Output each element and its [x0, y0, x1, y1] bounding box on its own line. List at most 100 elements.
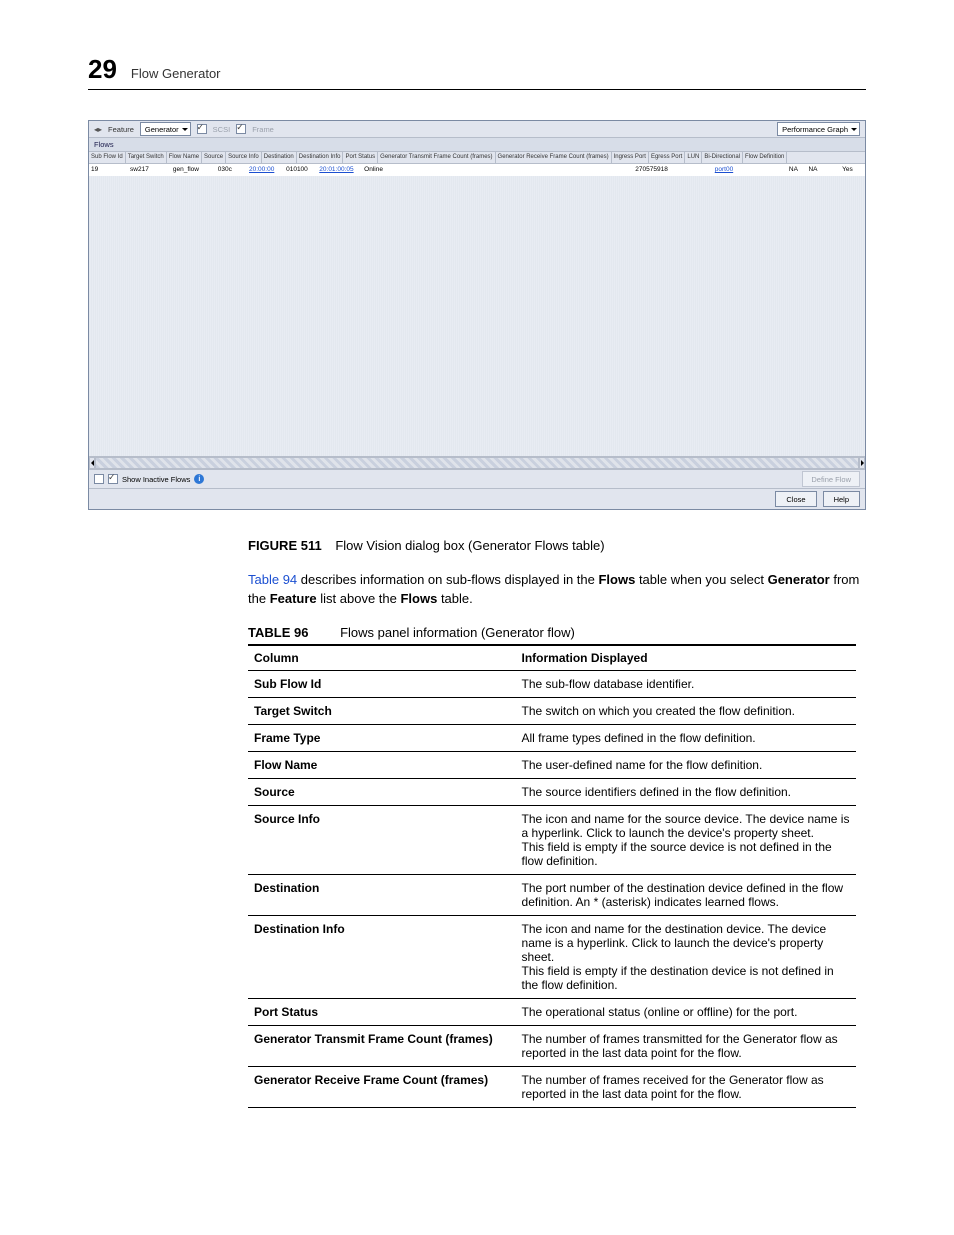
col-desc-cell: The user-defined name for the flow defin… — [516, 751, 856, 778]
page-header: 29 Flow Generator — [88, 54, 866, 85]
col-desc-cell: The switch on which you created the flow… — [516, 697, 856, 724]
col-name-cell: Destination Info — [248, 915, 516, 998]
cell: 010100 — [284, 164, 317, 176]
info-icon[interactable]: i — [194, 474, 204, 484]
col-name-cell: Generator Transmit Frame Count (frames) — [248, 1025, 516, 1066]
col-desc-cell: The source identifiers defined in the fl… — [516, 778, 856, 805]
scsi-label: SCSI — [213, 125, 231, 134]
cell — [670, 164, 713, 176]
col-desc-cell: The sub-flow database identifier. — [516, 670, 856, 697]
table-row[interactable]: 19 sw217 gen_flow 030c 20:00:00 010100 2… — [89, 164, 865, 176]
chevron-right-icon — [861, 460, 864, 466]
col-header[interactable]: Source Info — [226, 152, 262, 163]
perf-graph-label: Performance Graph — [782, 125, 848, 134]
col-name-cell: Source — [248, 778, 516, 805]
frame-label: Frame — [252, 125, 274, 134]
th-column: Column — [248, 645, 516, 671]
page: 29 Flow Generator ◂▸ Feature Generator S… — [0, 0, 954, 1235]
chevron-down-icon — [182, 128, 188, 131]
table-row: SourceThe source identifiers defined in … — [248, 778, 856, 805]
table-caption: TABLE 96 Flows panel information (Genera… — [248, 625, 866, 640]
table-row: DestinationThe port number of the destin… — [248, 874, 856, 915]
col-header[interactable]: Generator Receive Frame Count (frames) — [496, 152, 612, 163]
close-button[interactable]: Close — [775, 491, 816, 507]
table-row: Flow NameThe user-defined name for the f… — [248, 751, 856, 778]
scroll-right-button[interactable] — [859, 457, 865, 469]
chapter-number: 29 — [88, 54, 117, 85]
col-header[interactable]: LUN — [685, 152, 702, 163]
table-row: Sub Flow IdThe sub-flow database identif… — [248, 670, 856, 697]
feature-dropdown[interactable]: Generator — [140, 122, 191, 136]
col-header[interactable]: Flow Definition — [743, 152, 787, 163]
dialog-footer-1: Show Inactive Flows i Define Flow — [89, 469, 865, 488]
col-header[interactable]: Ingress Port — [612, 152, 649, 163]
show-inactive-label: Show Inactive Flows — [122, 475, 190, 484]
chevron-down-icon — [851, 128, 857, 131]
table-row: Port StatusThe operational status (onlin… — [248, 998, 856, 1025]
cell: NA — [787, 164, 807, 176]
col-header[interactable]: Source — [202, 152, 226, 163]
empty-grid-area — [89, 176, 865, 456]
flows-panel-title: Flows — [89, 138, 865, 152]
dialog-toolbar: ◂▸ Feature Generator SCSI Frame Performa… — [89, 121, 865, 138]
th-info: Information Displayed — [516, 645, 856, 671]
destination-link[interactable]: 20:01:00:05 — [317, 164, 362, 176]
col-header[interactable]: Egress Port — [649, 152, 685, 163]
flow-vision-dialog: ◂▸ Feature Generator SCSI Frame Performa… — [88, 120, 866, 510]
table-label: TABLE 96 — [248, 625, 308, 640]
col-desc-cell: All frame types defined in the flow defi… — [516, 724, 856, 751]
chapter-title: Flow Generator — [131, 66, 221, 81]
col-header[interactable]: Destination — [262, 152, 297, 163]
cell: Yes — [830, 164, 865, 176]
figure-text: Flow Vision dialog box (Generator Flows … — [335, 538, 604, 553]
egress-link[interactable]: port00 — [713, 164, 746, 176]
col-name-cell: Frame Type — [248, 724, 516, 751]
col-desc-cell: The number of frames received for the Ge… — [516, 1066, 856, 1107]
cell — [746, 164, 787, 176]
define-flow-button[interactable]: Define Flow — [802, 471, 860, 487]
scroll-track[interactable] — [95, 457, 859, 469]
table-row: Generator Transmit Frame Count (frames)T… — [248, 1025, 856, 1066]
cell: Online — [362, 164, 391, 176]
col-desc-cell: The operational status (online or offlin… — [516, 998, 856, 1025]
performance-graph-dropdown[interactable]: Performance Graph — [777, 122, 860, 136]
figure-label: FIGURE 511 — [248, 538, 322, 553]
feature-label: Feature — [108, 125, 134, 134]
table-row: Target SwitchThe switch on which you cre… — [248, 697, 856, 724]
col-desc-cell: The icon and name for the destination de… — [516, 915, 856, 998]
col-name-cell: Flow Name — [248, 751, 516, 778]
col-name-cell: Destination — [248, 874, 516, 915]
col-header[interactable]: Flow Name — [167, 152, 202, 163]
col-desc-cell: The port number of the destination devic… — [516, 874, 856, 915]
figure-caption: FIGURE 511 Flow Vision dialog box (Gener… — [248, 538, 866, 553]
frame-checkbox[interactable] — [236, 124, 246, 134]
table-row: Destination InfoThe icon and name for th… — [248, 915, 856, 998]
show-inactive-checkbox[interactable] — [108, 474, 118, 484]
source-link[interactable]: 20:00:00 — [247, 164, 284, 176]
col-name-cell: Sub Flow Id — [248, 670, 516, 697]
header-rule — [88, 89, 866, 90]
col-header[interactable]: Generator Transmit Frame Count (frames) — [378, 152, 495, 163]
scsi-checkbox[interactable] — [197, 124, 207, 134]
cell: 030c — [216, 164, 247, 176]
left-handle-icon: ◂▸ — [94, 125, 102, 134]
col-header[interactable]: Bi-Directional — [702, 152, 743, 163]
col-name-cell: Port Status — [248, 998, 516, 1025]
cell: sw217 — [128, 164, 171, 176]
table-row: Source InfoThe icon and name for the sou… — [248, 805, 856, 874]
col-name-cell: Generator Receive Frame Count (frames) — [248, 1066, 516, 1107]
help-button[interactable]: Help — [823, 491, 860, 507]
table-title: Flows panel information (Generator flow) — [340, 625, 575, 640]
horizontal-scrollbar[interactable] — [89, 456, 865, 469]
feature-value: Generator — [145, 125, 179, 134]
dialog-footer-2: Close Help — [89, 488, 865, 509]
table-row: Generator Receive Frame Count (frames)Th… — [248, 1066, 856, 1107]
table-94-link[interactable]: Table 94 — [248, 572, 297, 587]
col-header[interactable]: Sub Flow Id — [89, 152, 126, 163]
flows-panel-info-table: Column Information Displayed Sub Flow Id… — [248, 644, 856, 1108]
col-header[interactable]: Target Switch — [126, 152, 167, 163]
cell: gen_flow — [171, 164, 216, 176]
col-header[interactable]: Destination Info — [297, 152, 344, 163]
enable-checkbox[interactable] — [94, 474, 104, 484]
col-header[interactable]: Port Status — [343, 152, 378, 163]
